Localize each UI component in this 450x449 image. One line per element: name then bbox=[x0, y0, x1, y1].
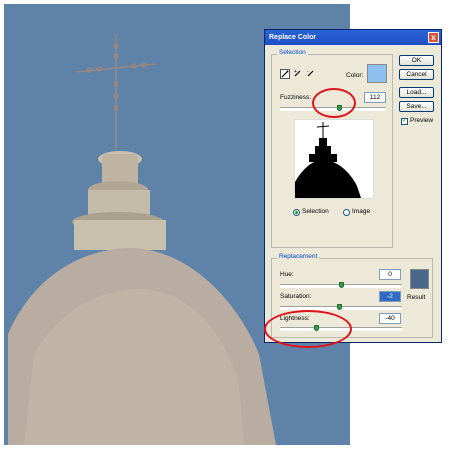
lightness-input[interactable]: -40 bbox=[379, 313, 401, 324]
load-button[interactable]: Load... bbox=[399, 87, 434, 98]
eyedropper-plus-tool[interactable]: + bbox=[293, 69, 303, 79]
color-label: Color: bbox=[346, 72, 364, 79]
save-button[interactable]: Save... bbox=[399, 101, 434, 112]
mask-preview-image bbox=[295, 122, 361, 198]
preview-checkbox[interactable]: ✓ bbox=[401, 118, 408, 125]
selection-radio-label: Selection bbox=[302, 208, 329, 215]
eyedropper-plus-icon: + bbox=[294, 69, 301, 77]
svg-text:+: + bbox=[294, 69, 297, 75]
image-radio-label: Image bbox=[352, 208, 371, 215]
result-color-swatch[interactable] bbox=[410, 269, 429, 289]
selection-preview-mask bbox=[294, 119, 374, 199]
fuzziness-highlight-oval bbox=[312, 88, 356, 118]
replacement-group-label: Replacement bbox=[277, 253, 320, 260]
screenshot-root: { "photo": { "sky_color": "#5e82a8", "st… bbox=[0, 0, 450, 449]
eyedropper-icon bbox=[281, 70, 289, 78]
saturation-input[interactable]: -2 bbox=[379, 291, 401, 302]
close-button[interactable]: x bbox=[428, 32, 439, 43]
selection-group: Selection + - Color: Fuzziness: 112 Sele… bbox=[271, 49, 393, 248]
eyedropper-minus-icon: - bbox=[307, 69, 314, 77]
hue-label: Hue: bbox=[280, 271, 294, 278]
cancel-button[interactable]: Cancel bbox=[399, 69, 434, 80]
hue-input[interactable]: 0 bbox=[379, 269, 401, 280]
preview-label: Preview bbox=[410, 117, 434, 124]
lightness-highlight-oval bbox=[264, 310, 352, 348]
hue-slider-thumb[interactable] bbox=[338, 282, 344, 288]
fuzziness-label: Fuzziness: bbox=[280, 94, 312, 101]
dialog-title: Replace Color bbox=[269, 34, 317, 41]
svg-text:-: - bbox=[307, 69, 309, 75]
ok-button[interactable]: OK bbox=[399, 55, 434, 66]
selection-group-label: Selection bbox=[277, 49, 308, 56]
eyedropper-minus-tool[interactable]: - bbox=[306, 69, 316, 79]
close-icon: x bbox=[431, 33, 436, 42]
image-radio[interactable] bbox=[343, 209, 350, 216]
selection-color-swatch[interactable] bbox=[367, 64, 387, 83]
selection-radio[interactable] bbox=[293, 209, 300, 216]
eyedropper-tool[interactable] bbox=[280, 69, 290, 79]
replace-color-dialog: Replace Color x Selection + - Color: Fuz… bbox=[264, 29, 442, 343]
dialog-titlebar[interactable]: Replace Color x bbox=[265, 30, 441, 45]
fuzziness-input[interactable]: 112 bbox=[364, 92, 386, 103]
result-label: Result bbox=[407, 294, 426, 301]
saturation-label: Saturation: bbox=[280, 293, 312, 300]
